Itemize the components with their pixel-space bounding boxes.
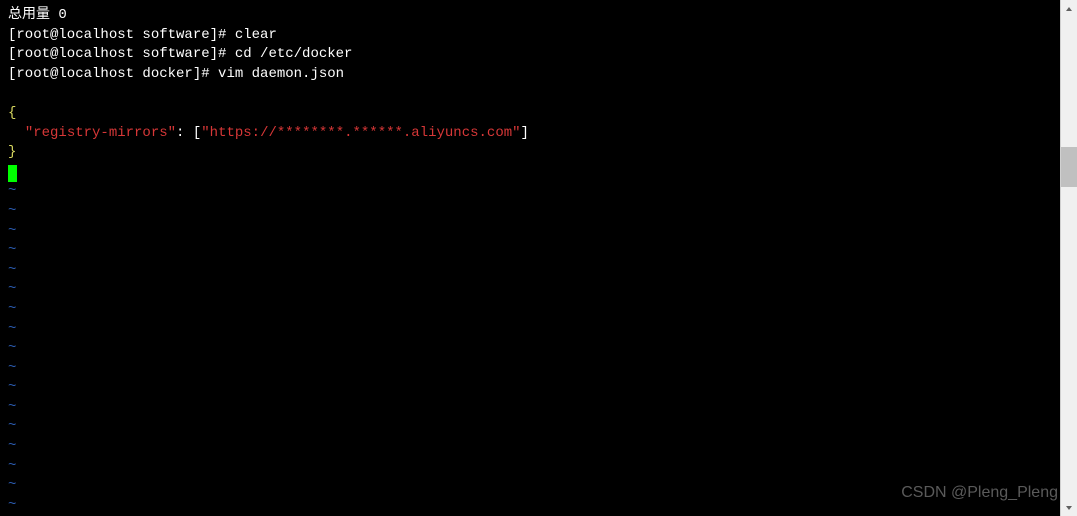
cursor-icon [8, 165, 17, 182]
prompt-line: [root@localhost software]# cd /etc/docke… [8, 45, 1052, 65]
vim-tilde-line: ~ [8, 320, 1052, 340]
scroll-down-arrow-icon[interactable] [1061, 499, 1077, 516]
shell-prompt: [root@localhost software]# [8, 46, 235, 62]
vim-content-line: } [8, 143, 1052, 163]
terminal-content[interactable]: 总用量 0 [root@localhost software]# clear [… [0, 0, 1060, 516]
vim-tilde-line: ~ [8, 476, 1052, 496]
json-close-bracket: ] [521, 125, 529, 141]
vim-cursor-line [8, 163, 1052, 183]
shell-prompt: [root@localhost software]# [8, 27, 235, 43]
json-value: "https://********.******.aliyuncs.com" [201, 125, 520, 141]
vim-tilde-line: ~ [8, 182, 1052, 202]
vim-tilde-line: ~ [8, 280, 1052, 300]
prompt-line: [root@localhost docker]# vim daemon.json [8, 65, 1052, 85]
vim-tilde-line: ~ [8, 417, 1052, 437]
shell-prompt: [root@localhost docker]# [8, 66, 218, 82]
blank-line [8, 84, 1052, 104]
scroll-thumb[interactable] [1061, 147, 1077, 187]
scroll-track[interactable] [1061, 17, 1077, 499]
prompt-line: [root@localhost software]# clear [8, 26, 1052, 46]
vim-tilde-line: ~ [8, 378, 1052, 398]
command-text: cd /etc/docker [235, 46, 353, 62]
vim-tilde-line: ~ [8, 398, 1052, 418]
json-key: "registry-mirrors" [25, 125, 176, 141]
command-text: vim daemon.json [218, 66, 344, 82]
vim-content-line: "registry-mirrors": ["https://********.*… [8, 124, 1052, 144]
vim-tilde-line: ~ [8, 339, 1052, 359]
vim-tilde-line: ~ [8, 202, 1052, 222]
vim-tilde-line: ~ [8, 437, 1052, 457]
vim-tilde-line: ~ [8, 261, 1052, 281]
json-brace: } [8, 144, 16, 160]
vim-tilde-line: ~ [8, 359, 1052, 379]
scroll-up-arrow-icon[interactable] [1061, 0, 1077, 17]
command-text: clear [235, 27, 277, 43]
terminal-window: 总用量 0 [root@localhost software]# clear [… [0, 0, 1077, 516]
vertical-scrollbar[interactable] [1060, 0, 1077, 516]
vim-tilde-line: ~ [8, 496, 1052, 516]
vim-tilde-line: ~ [8, 241, 1052, 261]
json-brace: { [8, 105, 16, 121]
vim-content-line: { [8, 104, 1052, 124]
watermark-text: CSDN @Pleng_Pleng [901, 482, 1058, 504]
vim-tilde-line: ~ [8, 457, 1052, 477]
vim-tilde-line: ~ [8, 222, 1052, 242]
output-line: 总用量 0 [8, 6, 1052, 26]
vim-tilde-line: ~ [8, 300, 1052, 320]
json-colon: : [ [176, 125, 201, 141]
